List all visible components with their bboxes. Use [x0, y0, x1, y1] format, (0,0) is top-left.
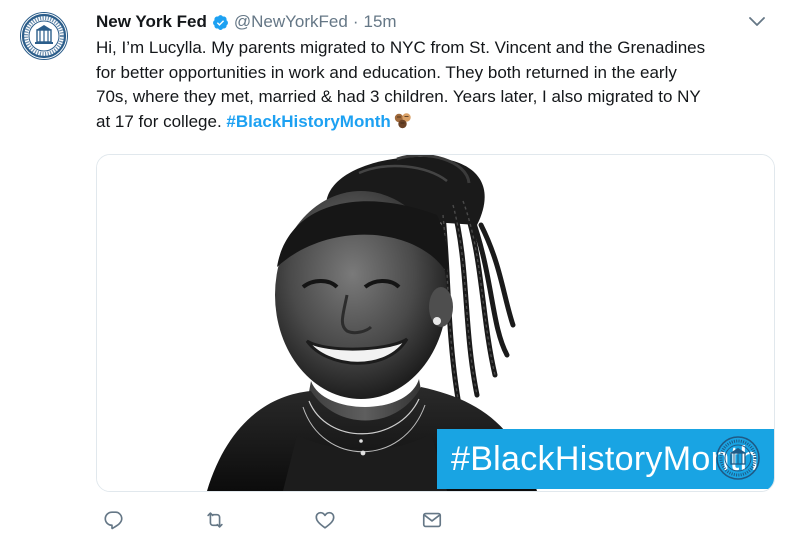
tweet-text-line: 70s, where they met, married & had 3 chi… [96, 87, 701, 106]
federal-reserve-seal-icon [716, 436, 760, 480]
federal-reserve-seal-icon [20, 12, 68, 60]
avatar[interactable] [20, 12, 68, 60]
tweet-menu-button[interactable] [748, 15, 766, 29]
reply-icon [104, 511, 123, 530]
fist-bumps-emoji [394, 112, 411, 128]
separator-dot: · [352, 12, 359, 31]
display-name[interactable]: New York Fed [96, 12, 207, 32]
chevron-down-icon [749, 17, 765, 26]
timestamp[interactable]: 15m [363, 12, 396, 32]
heart-icon [315, 511, 335, 529]
tweet-text-line-end: at 17 for college. [96, 111, 227, 131]
verified-badge-icon [212, 14, 228, 30]
handle[interactable]: @NewYorkFed [234, 12, 348, 32]
direct-message-button[interactable] [418, 506, 446, 534]
tweet-actions [96, 506, 536, 534]
retweet-button[interactable] [201, 506, 229, 534]
like-button[interactable] [311, 506, 339, 534]
reply-button[interactable] [100, 506, 128, 534]
tweet-header: New York Fed @NewYorkFed · 15m [96, 10, 397, 34]
tweet-text-line: for better opportunities in work and edu… [96, 62, 677, 82]
banner-hashtag-text: #BlackHistoryMonth [451, 440, 759, 478]
tweet-card[interactable]: New York Fed @NewYorkFed · 15m Hi, I’m L… [0, 0, 786, 544]
tweet-text: Hi, I’m Lucylla. My parents migrated to … [96, 36, 756, 134]
envelope-icon [422, 512, 442, 528]
hashtag-banner: #BlackHistoryMonth [437, 429, 774, 489]
tweet-text-last-line: at 17 for college. #BlackHistoryMonth [96, 110, 756, 135]
retweet-icon [207, 512, 223, 528]
media-image[interactable]: #BlackHistoryMonth [96, 154, 775, 492]
tweet-text-line: Hi, I’m Lucylla. My parents migrated to … [96, 38, 706, 57]
hashtag-link[interactable]: #BlackHistoryMonth [226, 112, 390, 131]
